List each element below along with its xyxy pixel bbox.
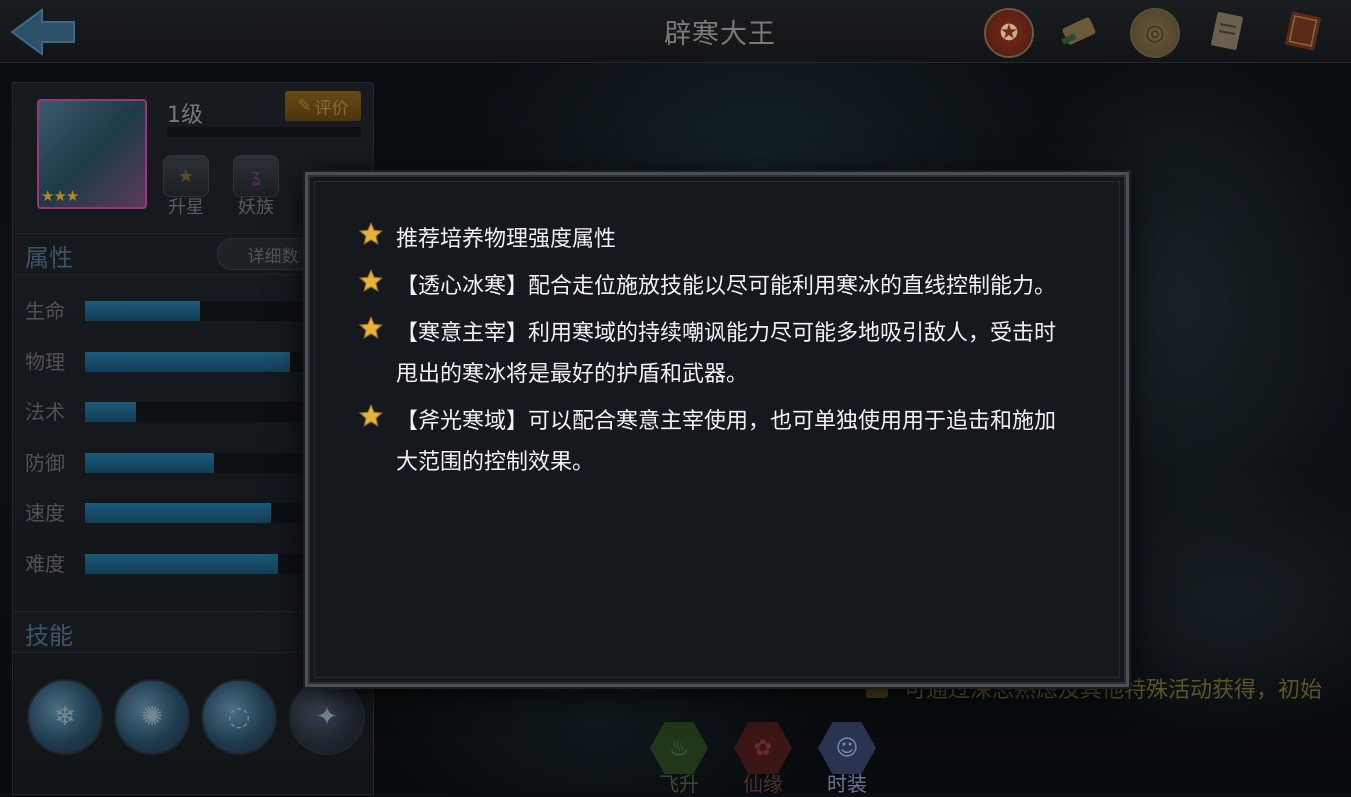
attribute-label: 难度 xyxy=(25,552,65,576)
hero-level: 1级 xyxy=(167,103,203,128)
book-icon[interactable] xyxy=(1280,8,1326,54)
tips-list: 推荐培养物理强度属性 【透心冰寒】配合走位施放技能以尽可能利用寒冰的直线控制能力… xyxy=(358,221,1058,495)
star-bullet-icon xyxy=(358,221,384,245)
attribute-bar-fill xyxy=(85,301,200,321)
star-bullet-icon xyxy=(358,403,384,427)
star-bullet-icon xyxy=(358,268,384,292)
attribute-bar-fill xyxy=(85,452,214,473)
demon-clan-label: 妖族 xyxy=(238,197,274,218)
skills-title: 技能 xyxy=(25,622,73,650)
top-bar: 辟寒大王 ✪ ◎ xyxy=(0,0,1351,63)
attribute-bar-fill xyxy=(85,554,279,574)
attribute-label: 生命 xyxy=(25,299,65,323)
attribute-bar xyxy=(85,503,315,524)
edit-icon: ✎ xyxy=(297,96,312,116)
attribute-bar xyxy=(85,554,315,574)
hero-star-rating: ★★★ xyxy=(41,187,79,205)
ice-rune-skill-icon[interactable]: ✦ xyxy=(289,679,365,755)
tip-item: 【斧光寒域】可以配合寒意主宰使用，也可单独使用用于追击和施加大范围的控制效果。 xyxy=(358,401,1058,483)
attribute-bar-fill xyxy=(85,402,136,423)
attribute-label: 速度 xyxy=(25,501,65,526)
attribute-label: 法术 xyxy=(25,400,65,425)
hero-portrait[interactable]: ★★★ xyxy=(37,99,147,209)
demon-clan-icon: ʓ xyxy=(233,155,279,197)
ice-blade-skill-icon[interactable]: ❄ xyxy=(27,679,103,755)
ice-beast-skill-icon[interactable]: ✺ xyxy=(114,679,190,755)
attribute-bar xyxy=(85,301,315,321)
fate-icon: ✿ xyxy=(734,722,792,774)
tips-dialog[interactable]: 推荐培养物理强度属性 【透心冰寒】配合走位施放技能以尽可能利用寒冰的直线控制能力… xyxy=(305,172,1129,687)
document-icon[interactable] xyxy=(1204,8,1250,54)
reward-badge-icon[interactable]: ✪ xyxy=(984,8,1034,58)
coin-medal-icon[interactable]: ◎ xyxy=(1130,8,1180,58)
star-upgrade-icon: ★ xyxy=(163,155,209,197)
level-progress-bar xyxy=(167,127,361,137)
tip-text: 推荐培养物理强度属性 xyxy=(396,227,617,252)
rate-button-label: 评价 xyxy=(314,98,349,119)
tip-item: 【透心冰寒】配合走位施放技能以尽可能利用寒冰的直线控制能力。 xyxy=(358,266,1058,307)
tip-text: 【透心冰寒】配合走位施放技能以尽可能利用寒冰的直线控制能力。 xyxy=(396,274,1057,299)
ascend-button[interactable]: ♨ 飞升 xyxy=(646,722,712,796)
demon-clan-button[interactable]: ʓ 妖族 xyxy=(227,155,285,218)
page-title: 辟寒大王 xyxy=(664,19,776,50)
fate-button[interactable]: ✿ 仙缘 xyxy=(730,722,796,796)
rate-button[interactable]: ✎ 评价 xyxy=(285,91,361,121)
ice-swirl-skill-icon[interactable]: ◌ xyxy=(201,679,277,755)
star-upgrade-button[interactable]: ★ 升星 xyxy=(157,155,215,218)
attribute-bar xyxy=(85,402,315,423)
back-button[interactable] xyxy=(8,6,80,58)
ascend-icon: ♨ xyxy=(650,722,708,774)
tip-text: 【斧光寒域】可以配合寒意主宰使用，也可单独使用用于追击和施加大范围的控制效果。 xyxy=(396,409,1057,475)
costume-button[interactable]: ☺ 时装 xyxy=(814,722,880,796)
attribute-bar xyxy=(85,351,315,372)
attribute-bar-fill xyxy=(85,351,290,372)
star-bullet-icon xyxy=(358,315,384,339)
star-upgrade-label: 升星 xyxy=(168,197,204,218)
scroll-icon[interactable] xyxy=(1056,8,1102,54)
tip-item: 推荐培养物理强度属性 xyxy=(358,219,1058,260)
tip-text: 【寒意主宰】利用寒域的持续嘲讽能力尽可能多地吸引敌人，受击时甩出的寒冰将是最好的… xyxy=(396,321,1057,387)
back-arrow-icon xyxy=(10,8,75,56)
attribute-label: 防御 xyxy=(25,450,65,475)
tip-item: 【寒意主宰】利用寒域的持续嘲讽能力尽可能多地吸引敌人，受击时甩出的寒冰将是最好的… xyxy=(358,313,1058,395)
attribute-bar xyxy=(85,452,315,473)
attribute-bar-fill xyxy=(85,503,272,524)
attributes-title: 属性 xyxy=(25,244,73,272)
costume-icon: ☺ xyxy=(818,722,876,774)
attribute-label: 物理 xyxy=(25,349,65,374)
